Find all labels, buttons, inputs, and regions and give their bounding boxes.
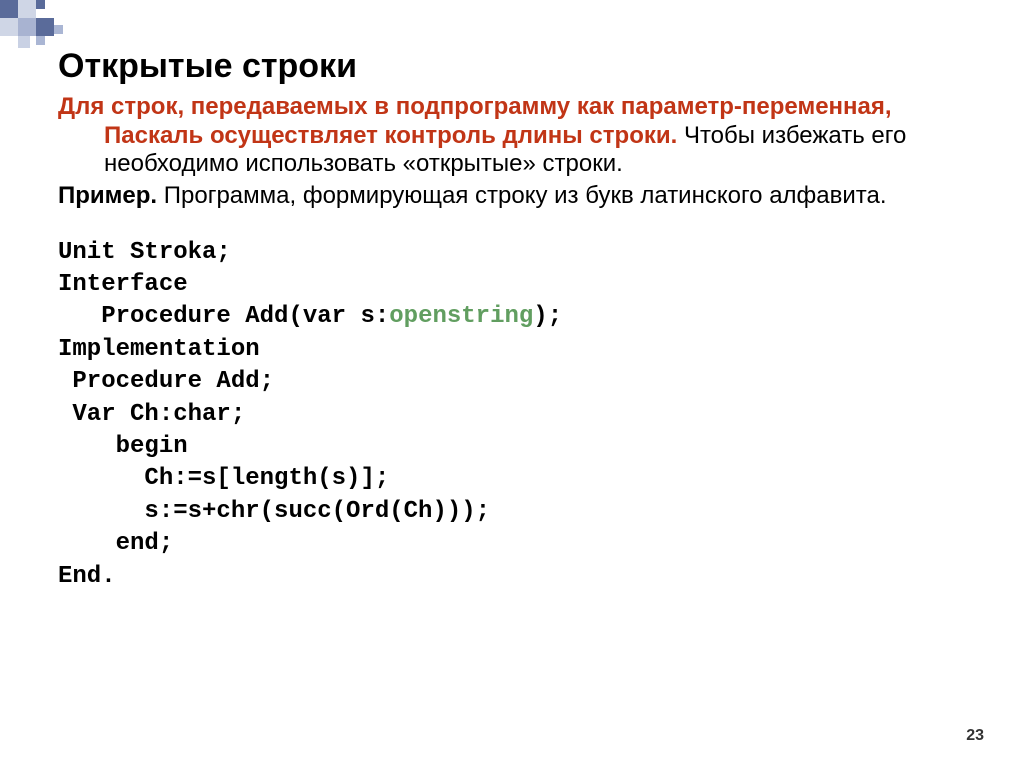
slide-content: Открытые строки Для строк, передаваемых …: [58, 48, 978, 593]
code-line-7: begin: [58, 433, 188, 460]
paragraph-2-lead: Пример.: [58, 182, 157, 209]
code-block: Unit Stroka; Interface Procedure Add(var…: [58, 237, 978, 593]
code-line-9: s:=s+chr(succ(Ord(Ch)));: [58, 498, 490, 525]
code-line-10: end;: [58, 530, 173, 557]
code-line-4: Implementation: [58, 336, 260, 363]
paragraph-2: Пример. Программа, формирующая строку из…: [58, 182, 978, 210]
code-line-8: Ch:=s[length(s)];: [58, 465, 389, 492]
code-openstring-keyword: openstring: [389, 303, 533, 330]
paragraph-2-tail: Программа, формирующая строку из букв ла…: [157, 182, 886, 209]
paragraph-1: Для строк, передаваемых в подпрограмму к…: [58, 93, 978, 178]
page-number: 23: [966, 727, 984, 745]
code-line-3a: Procedure Add(var s:: [58, 303, 389, 330]
slide-title: Открытые строки: [58, 48, 978, 85]
code-line-1: Unit Stroka;: [58, 239, 231, 266]
code-line-11: End.: [58, 563, 116, 590]
code-line-6: Var Ch:char;: [58, 401, 245, 428]
code-line-2: Interface: [58, 271, 188, 298]
code-line-3c: );: [533, 303, 562, 330]
code-line-5: Procedure Add;: [58, 368, 274, 395]
corner-decoration: [0, 0, 80, 50]
